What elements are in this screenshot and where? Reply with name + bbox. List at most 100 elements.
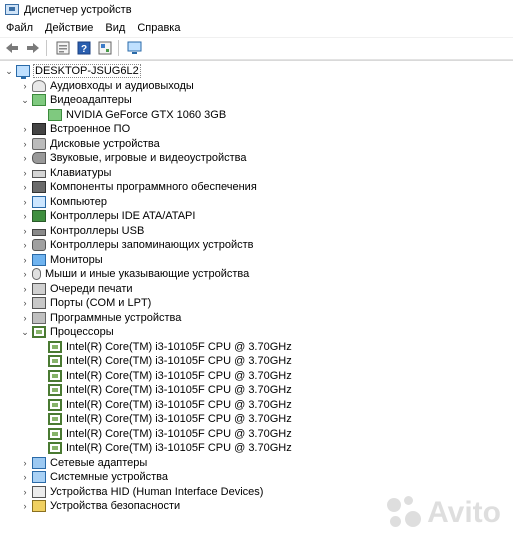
forward-icon[interactable]: [24, 39, 42, 57]
firmware-icon: [32, 123, 46, 136]
back-icon[interactable]: [3, 39, 21, 57]
expand-chevron-icon[interactable]: ›: [20, 457, 30, 469]
security-device-icon: [32, 500, 46, 513]
expand-chevron-icon[interactable]: ›: [20, 138, 30, 150]
tree-item-label: Дисковые устройства: [50, 137, 160, 150]
tree-item-label: Контроллеры IDE ATA/ATAPI: [50, 210, 196, 223]
tree-category[interactable]: › Порты (COM и LPT): [20, 296, 152, 311]
cpu-device-icon: [48, 340, 62, 353]
expand-chevron-icon[interactable]: ›: [20, 486, 30, 498]
tree-category[interactable]: › Мыши и иные указывающие устройства: [20, 267, 250, 282]
cpu-device-icon: [48, 369, 62, 382]
tree-item-label: Системные устройства: [50, 471, 169, 484]
expand-chevron-icon[interactable]: ›: [20, 471, 30, 483]
avito-logo-icon: [387, 496, 422, 530]
device-manager-icon: [5, 4, 19, 15]
device-tree[interactable]: ⌄ DESKTOP-JSUG6L2 › Аудиовходы и аудиовыход…: [0, 60, 513, 541]
print-queue-icon: [32, 282, 46, 295]
expand-chevron-icon[interactable]: ›: [20, 268, 30, 280]
tree-category[interactable]: › Контроллеры IDE ATA/ATAPI: [20, 209, 196, 224]
expand-chevron-icon[interactable]: ›: [20, 225, 30, 237]
tree-root[interactable]: ⌄ DESKTOP-JSUG6L2: [4, 64, 141, 80]
collapse-chevron-icon[interactable]: ⌄: [20, 326, 30, 338]
tree-category[interactable]: › Встроенное ПО: [20, 122, 131, 137]
tree-item-label: Очереди печати: [50, 282, 133, 295]
expand-chevron-icon[interactable]: ›: [20, 312, 30, 324]
tree-category[interactable]: › Системные устройства: [20, 470, 169, 485]
tree-device[interactable]: Intel(R) Core(TM) i3-10105F CPU @ 3.70GH…: [36, 441, 293, 456]
menu-action[interactable]: Действие: [39, 19, 99, 37]
tree-item-label: Компьютер: [50, 195, 107, 208]
menu-file[interactable]: Файл: [0, 19, 39, 37]
tree-item-label: Аудиовходы и аудиовыходы: [50, 79, 194, 92]
cpu-device-icon: [48, 398, 62, 411]
expand-chevron-icon[interactable]: ›: [20, 254, 30, 266]
tree-item-label: Сетевые адаптеры: [50, 456, 148, 469]
cpu-device-icon: [48, 355, 62, 368]
tree-device[interactable]: Intel(R) Core(TM) i3-10105F CPU @ 3.70GH…: [36, 412, 293, 427]
expand-chevron-icon[interactable]: ›: [20, 167, 30, 179]
tree-device[interactable]: NVIDIA GeForce GTX 1060 3GB: [36, 108, 227, 123]
update-driver-icon[interactable]: [96, 39, 114, 57]
tree-category[interactable]: › Устройства HID (Human Interface Devices…: [20, 485, 264, 500]
storage-controller-icon: [32, 239, 46, 252]
toolbar: ?: [0, 37, 513, 60]
tree-category[interactable]: › Компоненты программного обеспечения: [20, 180, 258, 195]
tree-category[interactable]: › Устройства безопасности: [20, 499, 181, 514]
tree-device[interactable]: Intel(R) Core(TM) i3-10105F CPU @ 3.70GH…: [36, 369, 293, 384]
expand-chevron-icon[interactable]: ›: [20, 123, 30, 135]
display-adapter-icon: [32, 94, 46, 107]
tree-category[interactable]: › Контроллеры запоминающих устройств: [20, 238, 254, 253]
tree-device[interactable]: Intel(R) Core(TM) i3-10105F CPU @ 3.70GH…: [36, 340, 293, 355]
tree-device[interactable]: Intel(R) Core(TM) i3-10105F CPU @ 3.70GH…: [36, 427, 293, 442]
tree-category[interactable]: › Аудиовходы и аудиовыходы: [20, 79, 195, 94]
scan-hardware-icon[interactable]: [126, 39, 144, 57]
tree-category[interactable]: ⌄ Видеоадаптеры: [20, 93, 133, 108]
tree-category[interactable]: › Контроллеры USB: [20, 224, 145, 239]
cpu-device-icon: [48, 384, 62, 397]
properties-icon[interactable]: [54, 39, 72, 57]
system-device-icon: [32, 471, 46, 484]
tree-device[interactable]: Intel(R) Core(TM) i3-10105F CPU @ 3.70GH…: [36, 354, 293, 369]
tree-category[interactable]: › Клавиатуры: [20, 166, 112, 181]
help-icon[interactable]: ?: [75, 39, 93, 57]
tree-category[interactable]: › Компьютер: [20, 195, 108, 210]
tree-item-label: Устройства безопасности: [50, 500, 181, 513]
tree-item-label: Intel(R) Core(TM) i3-10105F CPU @ 3.70GH…: [66, 384, 292, 397]
tree-device[interactable]: Intel(R) Core(TM) i3-10105F CPU @ 3.70GH…: [36, 398, 293, 413]
tree-category[interactable]: › Дисковые устройства: [20, 137, 161, 152]
tree-device[interactable]: Intel(R) Core(TM) i3-10105F CPU @ 3.70GH…: [36, 383, 293, 398]
expand-chevron-icon[interactable]: ›: [20, 297, 30, 309]
collapse-chevron-icon[interactable]: ⌄: [4, 65, 14, 77]
tree-category[interactable]: › Звуковые, игровые и видеоустройства: [20, 151, 248, 166]
menu-help[interactable]: Справка: [131, 19, 186, 37]
expand-chevron-icon[interactable]: ›: [20, 152, 30, 164]
tree-item-label: Звуковые, игровые и видеоустройства: [50, 152, 247, 165]
collapse-chevron-icon[interactable]: ⌄: [20, 94, 30, 106]
tree-item-label: Порты (COM и LPT): [50, 297, 152, 310]
tree-category[interactable]: › Программные устройства: [20, 311, 182, 326]
sound-icon: [32, 152, 46, 165]
expand-chevron-icon[interactable]: ›: [20, 210, 30, 222]
ide-controller-icon: [32, 210, 46, 223]
tree-category[interactable]: ⌄ Процессоры: [20, 325, 115, 340]
tree-item-label: Мыши и иные указывающие устройства: [45, 268, 250, 281]
expand-chevron-icon[interactable]: ›: [20, 80, 30, 92]
hid-icon: [32, 485, 46, 498]
expand-chevron-icon[interactable]: ›: [20, 500, 30, 512]
expand-chevron-icon[interactable]: ›: [20, 239, 30, 251]
tree-category[interactable]: › Очереди печати: [20, 282, 134, 297]
tree-item-label: DESKTOP-JSUG6L2: [33, 64, 141, 79]
expand-chevron-icon[interactable]: ›: [20, 283, 30, 295]
tree-item-label: Устройства HID (Human Interface Devices): [50, 485, 264, 498]
tree-category[interactable]: › Мониторы: [20, 253, 104, 268]
computer-root-icon: [16, 65, 30, 80]
tree-category[interactable]: › Сетевые адаптеры: [20, 456, 148, 471]
expand-chevron-icon[interactable]: ›: [20, 181, 30, 193]
menu-view[interactable]: Вид: [99, 19, 131, 37]
expand-chevron-icon[interactable]: ›: [20, 196, 30, 208]
